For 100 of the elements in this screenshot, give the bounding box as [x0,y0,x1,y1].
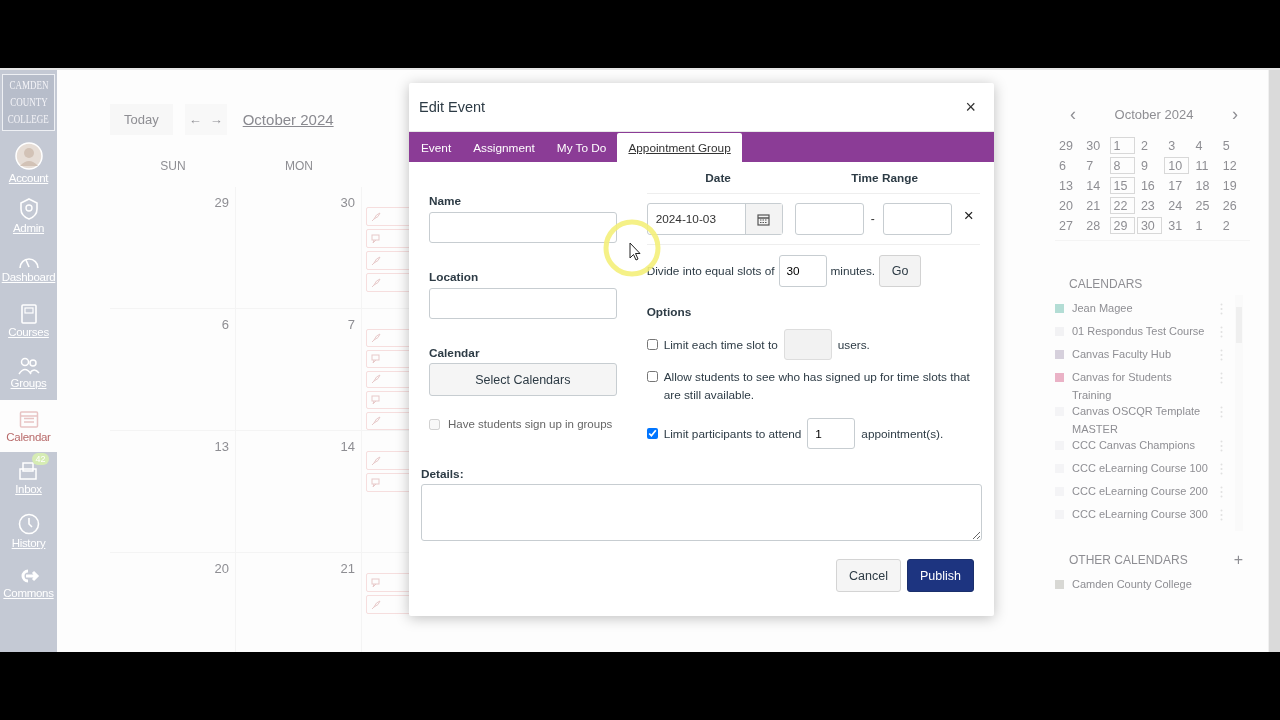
calendar-color-swatch[interactable] [1055,373,1064,382]
slot-minutes-field[interactable]: 30 [778,255,827,287]
mini-calendar-day[interactable]: 4 [1191,137,1217,154]
calendar-color-swatch[interactable] [1055,304,1064,313]
mini-calendar-day[interactable]: 31 [1164,217,1190,234]
mini-calendar-day[interactable]: 23 [1136,197,1162,214]
day-number: 21 [340,561,355,577]
remove-button[interactable]: × [959,206,978,226]
calendar-color-swatch[interactable] [1055,350,1064,359]
mini-calendar-day[interactable]: 29 [1055,137,1080,154]
mini-calendar-day[interactable]: 30 [1082,137,1108,154]
next-month-button[interactable]: › [1226,104,1244,125]
mini-calendar-day[interactable]: 8 [1109,157,1135,174]
shield-icon [18,197,39,220]
mini-calendar-day[interactable]: 22 [1109,197,1135,214]
calendar-name[interactable]: Jean Magee [1072,301,1212,317]
mini-calendar-day[interactable]: 20 [1055,197,1080,214]
mini-calendar-day[interactable]: 14 [1082,177,1108,194]
publish-button[interactable]: Publish [907,559,974,592]
mini-calendar-day[interactable]: 29 [1109,217,1135,234]
mini-calendar-day[interactable]: 2 [1136,137,1162,154]
go-button[interactable]: Go [879,255,922,287]
close-button[interactable]: × [961,94,980,120]
field-label: Details: [421,467,465,481]
calendar-color-swatch[interactable] [1055,580,1064,589]
day-cell[interactable]: 7 [236,309,362,431]
day-cell[interactable]: 6 [110,309,236,431]
calendar-name[interactable]: Camden County College [1072,575,1212,593]
mini-calendar-day[interactable]: 13 [1055,177,1080,194]
clock-icon [17,512,40,535]
date-field[interactable]: 2024-10-03 [646,203,783,235]
mini-calendar-day[interactable]: 25 [1191,197,1217,214]
checkbox[interactable] [646,371,658,382]
details-field[interactable] [421,484,982,541]
mini-calendar-day[interactable]: 2 [1218,217,1244,234]
field-label: Calendar [429,346,481,360]
mini-calendar-day[interactable]: 12 [1218,157,1244,174]
start-time-field[interactable] [794,203,864,235]
calendar-name[interactable]: Canvas for Students Training [1072,368,1212,404]
name-field[interactable] [429,212,617,243]
day-cell[interactable]: 13 [110,431,236,553]
tab[interactable]: Assignment [462,133,546,162]
rocket-icon [371,211,381,222]
location-field[interactable] [429,288,617,319]
mini-calendar-day[interactable]: 6 [1055,157,1080,174]
page-scrollbar[interactable] [1268,70,1280,652]
end-time-field[interactable] [882,203,952,235]
other-calendars-heading[interactable]: OTHER CALENDARS [1069,553,1188,567]
mini-calendar-day[interactable]: 3 [1164,137,1190,154]
mini-calendar-day[interactable]: 17 [1164,177,1190,194]
rocket-icon [371,455,381,466]
mini-calendar-day[interactable]: 28 [1082,217,1108,234]
day-cell[interactable]: 30 [236,187,362,309]
mini-calendar-day[interactable]: 7 [1082,157,1108,174]
month-title[interactable]: October 2024 [242,110,334,128]
calendars-heading[interactable]: CALENDARS [1069,277,1268,291]
mini-calendar-day[interactable]: 1 [1109,137,1135,154]
tab[interactable]: Appointment Group [617,133,742,162]
checkbox[interactable] [646,339,658,350]
mini-calendar-day[interactable]: 24 [1164,197,1190,214]
mini-calendar-day[interactable]: 11 [1191,157,1217,174]
day-cell[interactable]: 21 [236,553,362,652]
next-button[interactable]: → [205,103,227,135]
calendar-name[interactable]: CCC eLearning Course 300 [1072,505,1212,523]
day-number: 30 [340,195,355,211]
previous-month-button[interactable]: ‹ [1064,104,1082,125]
mini-calendar-day[interactable]: 30 [1136,217,1162,234]
tab[interactable]: Event [410,133,463,162]
mini-calendar-day[interactable]: 15 [1109,177,1135,194]
calendar-name[interactable]: CCC eLearning Course 100 [1072,459,1212,477]
today-button[interactable]: Today [110,103,173,135]
column-header: Date [704,170,732,185]
option-field[interactable]: 1 [807,418,856,449]
calendar-icon[interactable] [757,212,771,226]
calendar-name[interactable]: CCC eLearning Course 200 [1072,482,1212,500]
mini-calendar-day[interactable]: 21 [1082,197,1108,214]
select-calendars-button[interactable]: Select Calendars [429,363,617,396]
day-cell[interactable]: 20 [110,553,236,652]
day-cell[interactable]: 29 [110,187,236,309]
calendar-name[interactable]: 01 Respondus Test Course [1072,322,1212,340]
calendar-name[interactable]: CCC Canvas Champions [1072,436,1212,454]
mini-calendar-day[interactable]: 19 [1218,177,1244,194]
calendar-name[interactable]: Canvas OSCQR Template MASTER [1072,402,1212,438]
calendar-name[interactable]: Canvas Faculty Hub [1072,345,1212,363]
mini-calendar-day[interactable]: 27 [1055,217,1080,234]
day-cell[interactable]: 14 [236,431,362,553]
mini-calendar-day[interactable]: 1 [1191,217,1217,234]
mini-calendar-day[interactable]: 5 [1218,137,1244,154]
tab[interactable]: My To Do [545,133,618,162]
mini-calendar-day[interactable]: 26 [1218,197,1244,214]
mini-calendar-day[interactable]: 9 [1136,157,1162,174]
previous-button[interactable]: ← [184,103,206,135]
mini-calendar-day[interactable]: 18 [1191,177,1217,194]
mini-calendar-day[interactable]: 10 [1164,157,1190,174]
add-calendar-button[interactable]: + [1233,551,1243,569]
nav-item[interactable]: Calendar [0,399,57,452]
day-number: 29 [214,195,229,211]
cancel-button[interactable]: Cancel [836,559,901,592]
checkbox[interactable] [646,428,658,439]
mini-calendar-day[interactable]: 16 [1136,177,1162,194]
